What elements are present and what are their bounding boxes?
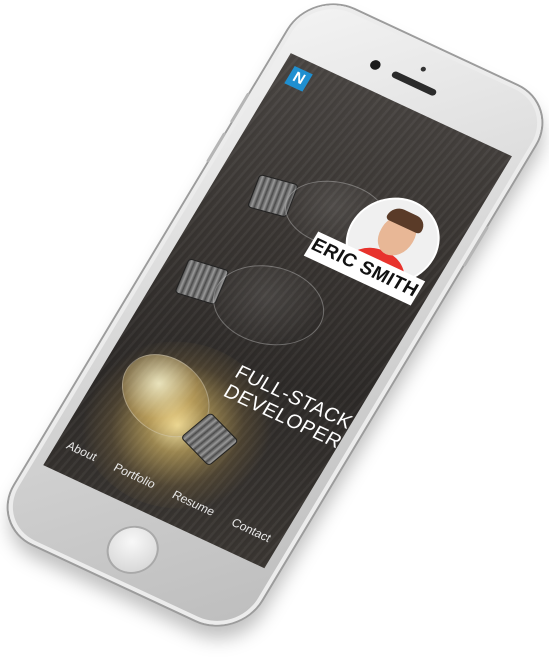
- sensor-icon: [419, 65, 427, 73]
- screen: N ERIC SMITH FULL-STACK DEVELOPER About …: [43, 53, 512, 569]
- nav-item-resume[interactable]: Resume: [170, 488, 218, 519]
- nav-item-portfolio[interactable]: Portfolio: [111, 460, 158, 491]
- nav-item-about[interactable]: About: [64, 438, 100, 463]
- volume-button: [229, 92, 251, 124]
- home-button-icon[interactable]: [99, 520, 166, 580]
- stage: N ERIC SMITH FULL-STACK DEVELOPER About …: [0, 0, 549, 666]
- front-camera-icon: [368, 58, 383, 72]
- earpiece-icon: [390, 70, 438, 97]
- logo-icon[interactable]: N: [284, 65, 313, 92]
- nav-item-contact[interactable]: Contact: [229, 515, 274, 545]
- volume-button-lower: [205, 132, 227, 163]
- power-button: [462, 225, 490, 267]
- phone-device: N ERIC SMITH FULL-STACK DEVELOPER About …: [0, 0, 549, 640]
